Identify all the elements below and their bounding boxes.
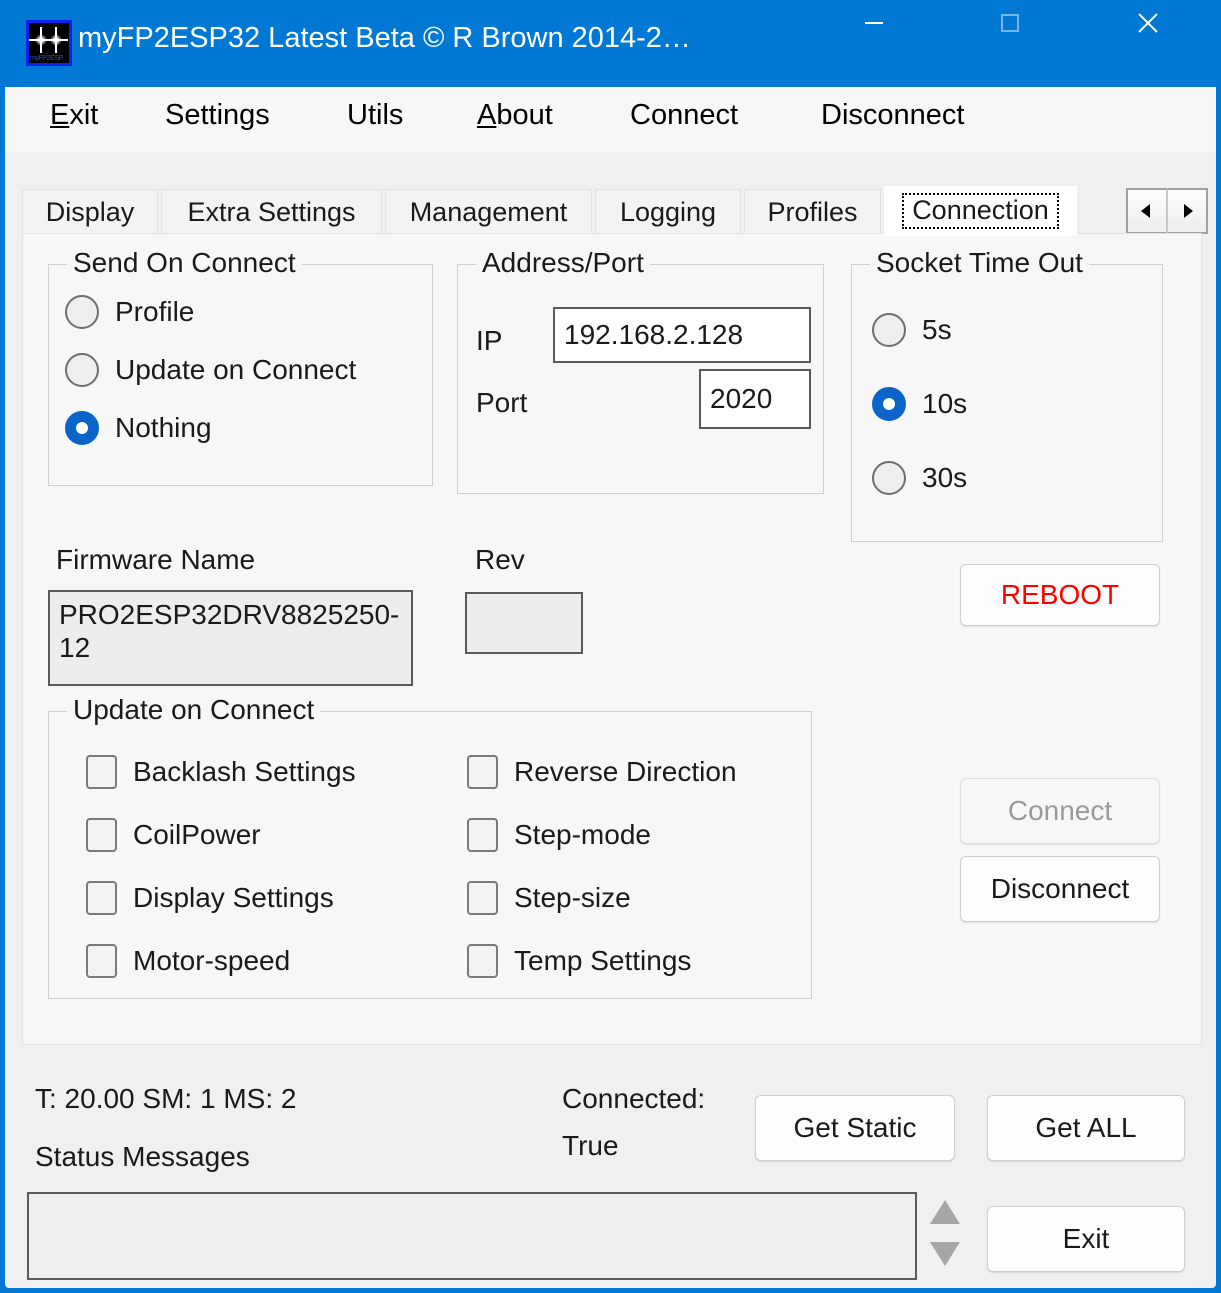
checkbox-reverse-direction[interactable]: Reverse Direction	[467, 755, 737, 789]
menu-item-settings[interactable]: Settings	[165, 99, 270, 132]
status-scroll-up-icon[interactable]	[930, 1200, 960, 1224]
checkbox-motor-speed[interactable]: Motor-speed	[86, 944, 290, 978]
app-icon: myFP2ESP	[26, 20, 72, 66]
get-static-button[interactable]: Get Static	[755, 1095, 955, 1161]
application-window: myFP2ESP myFP2ESP32 Latest Beta © R Brow…	[0, 0, 1221, 1293]
rev-label: Rev	[475, 544, 525, 575]
group-update-on-connect-title: Update on Connect	[67, 694, 321, 726]
checkbox-step-size[interactable]: Step-size	[467, 881, 631, 915]
checkbox-step-mode[interactable]: Step-mode	[467, 818, 651, 852]
tab-extra-settings[interactable]: Extra Settings	[161, 189, 382, 234]
connected-value: True	[562, 1130, 619, 1161]
firmware-name-label: Firmware Name	[56, 544, 256, 575]
group-socket-timeout: Socket Time Out 5s 10s 30s	[851, 247, 1163, 542]
port-input[interactable]: 2020	[699, 369, 811, 429]
radio-update-on-connect[interactable]: Update on Connect	[65, 353, 356, 387]
radio-update-on-connect-indicator	[65, 353, 99, 387]
checkbox-display-settings[interactable]: Display Settings	[86, 881, 334, 915]
tab-scroll-left-button[interactable]	[1126, 188, 1167, 234]
checkbox-coilpower[interactable]: CoilPower	[86, 818, 261, 852]
minimize-button[interactable]	[841, 0, 907, 45]
radio-timeout-30s[interactable]: 30s	[872, 461, 967, 495]
connected-label: Connected:	[562, 1083, 706, 1114]
menu-item-exit[interactable]: Exit	[50, 99, 98, 132]
radio-timeout-5s-indicator	[872, 313, 906, 347]
radio-profile-indicator	[65, 295, 99, 329]
group-send-on-connect: Send On Connect Profile Update on Connec…	[48, 247, 433, 486]
window-title: myFP2ESP32 Latest Beta © R Brown 2014-2…	[78, 22, 691, 54]
checkbox-display-settings-box	[86, 881, 117, 915]
rev-value	[465, 592, 583, 654]
reboot-button[interactable]: REBOOT	[960, 564, 1160, 626]
radio-nothing-indicator	[65, 411, 99, 445]
menu-item-connect[interactable]: Connect	[630, 99, 738, 132]
menu-item-utils[interactable]: Utils	[347, 99, 403, 132]
minimize-icon	[865, 21, 883, 24]
radio-timeout-10s[interactable]: 10s	[872, 387, 967, 421]
connect-button[interactable]: Connect	[960, 778, 1160, 844]
disconnect-button[interactable]: Disconnect	[960, 856, 1160, 922]
radio-timeout-30s-indicator	[872, 461, 906, 495]
menu-item-about[interactable]: About	[477, 99, 553, 132]
close-button[interactable]	[1115, 0, 1181, 45]
maximize-button[interactable]	[977, 0, 1043, 45]
status-scroll-down-icon[interactable]	[930, 1242, 960, 1266]
radio-timeout-5s[interactable]: 5s	[872, 313, 952, 347]
checkbox-step-size-box	[467, 881, 498, 915]
group-socket-timeout-title: Socket Time Out	[870, 247, 1089, 279]
chevron-right-icon	[1184, 204, 1193, 218]
get-all-button[interactable]: Get ALL	[987, 1095, 1185, 1161]
exit-button[interactable]: Exit	[987, 1206, 1185, 1272]
tab-connection[interactable]: Connection	[884, 186, 1077, 236]
radio-profile[interactable]: Profile	[65, 295, 194, 329]
menu-bar: Exit Settings Utils About Connect Discon…	[5, 87, 1216, 152]
radio-timeout-10s-indicator	[872, 387, 906, 421]
group-update-on-connect: Update on Connect Backlash Settings Coil…	[48, 694, 812, 999]
status-messages-label: Status Messages	[35, 1141, 250, 1172]
ip-label: IP	[476, 325, 503, 356]
app-icon-caption: myFP2ESP	[30, 55, 63, 62]
status-messages-output[interactable]	[27, 1192, 917, 1280]
checkbox-backlash-settings[interactable]: Backlash Settings	[86, 755, 356, 789]
checkbox-motor-speed-box	[86, 944, 117, 978]
menu-item-disconnect[interactable]: Disconnect	[821, 99, 964, 132]
firmware-name-value: PRO2ESP32DRV8825250-12	[48, 590, 413, 686]
tab-profiles[interactable]: Profiles	[744, 189, 881, 234]
tab-page-connection: Send On Connect Profile Update on Connec…	[22, 233, 1202, 1045]
group-address-port: Address/Port IP 192.168.2.128 Port 2020	[457, 247, 824, 494]
checkbox-temp-settings[interactable]: Temp Settings	[467, 944, 691, 978]
tab-strip: Display Extra Settings Management Loggin…	[22, 186, 1208, 236]
tab-scroll-right-button[interactable]	[1167, 188, 1208, 234]
checkbox-backlash-settings-box	[86, 755, 117, 789]
close-icon	[1138, 12, 1158, 33]
port-label: Port	[476, 387, 528, 418]
chevron-left-icon	[1141, 204, 1150, 218]
group-send-on-connect-title: Send On Connect	[67, 247, 302, 279]
checkbox-temp-settings-box	[467, 944, 498, 978]
radio-nothing[interactable]: Nothing	[65, 411, 212, 445]
tab-logging[interactable]: Logging	[595, 189, 741, 234]
title-bar: myFP2ESP myFP2ESP32 Latest Beta © R Brow…	[5, 0, 1216, 87]
group-address-port-title: Address/Port	[476, 247, 650, 279]
maximize-icon	[1001, 13, 1019, 32]
checkbox-step-mode-box	[467, 818, 498, 852]
checkbox-reverse-direction-box	[467, 755, 498, 789]
tab-display[interactable]: Display	[22, 189, 158, 234]
tab-management[interactable]: Management	[385, 189, 592, 234]
checkbox-coilpower-box	[86, 818, 117, 852]
ip-input[interactable]: 192.168.2.128	[553, 307, 811, 363]
status-readouts: T: 20.00 SM: 1 MS: 2	[35, 1083, 297, 1114]
